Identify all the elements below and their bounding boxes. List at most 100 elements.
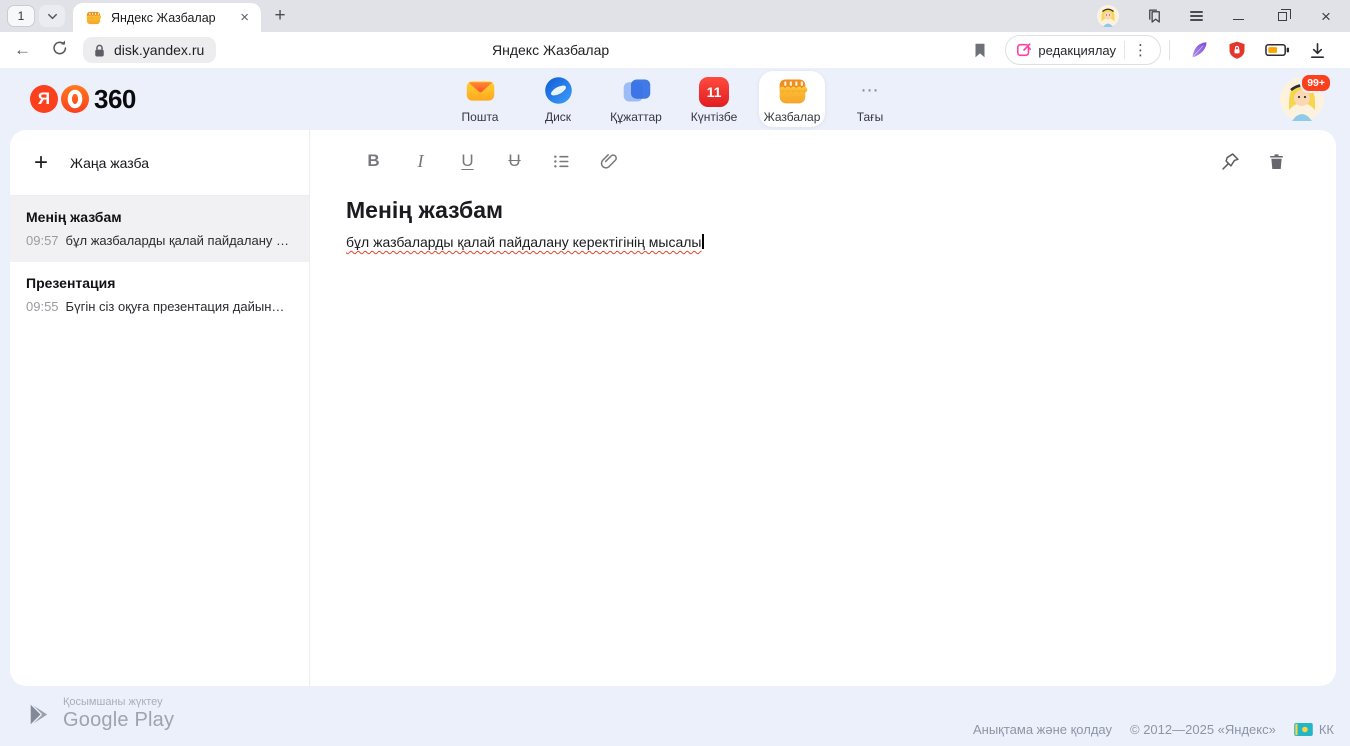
google-play-label: Google Play (63, 709, 174, 732)
note-list-item[interactable]: Менің жазбам 09:57 бұл жазбаларды қалай … (10, 196, 309, 262)
back-button[interactable]: ← (0, 40, 41, 60)
services-nav: Пошта Диск Құжаттар 11 Күнтізбе Жазбалар… (447, 68, 903, 130)
chevron-down-icon (45, 9, 60, 24)
paperclip-icon (599, 151, 619, 171)
help-support-link[interactable]: Анықтама және қолдау (973, 722, 1112, 737)
edit-pencil-icon (1016, 42, 1032, 58)
profile-avatar[interactable]: 99+ (1280, 77, 1324, 121)
bold-button[interactable]: B (350, 144, 397, 178)
feather-icon (1189, 40, 1209, 60)
note-snippet: бұл жазбаларды қалай пайдалану ке... (66, 233, 291, 248)
logo-360-text: 360 (94, 84, 136, 115)
shield-lock-icon (1227, 40, 1247, 60)
tab-count-badge[interactable]: 1 (7, 5, 35, 27)
window-controls: × (1097, 5, 1350, 27)
extension-feather-button[interactable] (1180, 40, 1218, 60)
underline-button[interactable]: U (444, 144, 491, 178)
url-text: disk.yandex.ru (114, 42, 204, 58)
google-play-link[interactable]: Қосымшаны жүктеу Google Play (26, 696, 174, 732)
window-close-icon: × (1321, 8, 1331, 25)
window-restore-button[interactable] (1273, 7, 1291, 25)
delete-note-button[interactable] (1260, 144, 1292, 178)
edit-pill-label: редакциялау (1038, 43, 1116, 58)
disk-icon (542, 74, 575, 107)
pin-icon (1220, 151, 1241, 172)
strikethrough-button[interactable]: U (491, 144, 538, 178)
browser-profile-avatar[interactable] (1097, 5, 1119, 27)
bookmark-icon (971, 41, 989, 59)
notes-sidebar: + Жаңа жазба Менің жазбам 09:57 бұл жазб… (10, 130, 310, 686)
app-more[interactable]: ⋯ Тағы (837, 71, 903, 127)
yandex360-o-icon (61, 85, 89, 113)
note-title-field[interactable]: Менің жазбам (346, 197, 1336, 224)
battery-saver-button[interactable] (1256, 42, 1299, 58)
bullet-list-button[interactable] (538, 144, 585, 178)
notes-app-card: + Жаңа жазба Менің жазбам 09:57 бұл жазб… (10, 130, 1336, 686)
attach-button[interactable] (585, 144, 632, 178)
tab-groups-icon[interactable] (1145, 7, 1164, 26)
tab-close-icon[interactable]: × (236, 8, 253, 27)
pin-note-button[interactable] (1214, 144, 1246, 178)
screen: 1 Яндекс Жазбалар × + × ← disk.yandex.ru (0, 0, 1350, 746)
browser-tab-bar: 1 Яндекс Жазбалар × + × (0, 0, 1350, 32)
google-play-icon (26, 701, 53, 728)
note-list-item[interactable]: Презентация 09:55 Бүгін сіз оқуға презен… (10, 262, 309, 328)
new-tab-button[interactable]: + (267, 3, 293, 29)
note-time: 09:55 (26, 299, 59, 314)
window-close-button[interactable]: × (1317, 7, 1335, 25)
notes-favicon-icon (85, 9, 102, 26)
language-code: КК (1319, 722, 1334, 737)
google-play-caption: Қосымшаны жүктеу (63, 696, 174, 708)
edit-mode-pill[interactable]: редакциялау ⋮ (1005, 35, 1161, 65)
language-switcher[interactable]: КК (1294, 722, 1334, 737)
window-minimize-button[interactable] (1229, 7, 1247, 25)
calendar-icon: 11 (699, 77, 729, 107)
copyright-text: © 2012—2025 «Яндекс» (1130, 722, 1276, 737)
toolbar-divider (1169, 40, 1170, 60)
url-field[interactable]: disk.yandex.ru (83, 37, 216, 63)
app-disk[interactable]: Диск (525, 71, 591, 127)
protect-shield-button[interactable] (1218, 40, 1256, 60)
bookmark-button[interactable] (961, 41, 999, 59)
battery-icon (1265, 42, 1290, 58)
more-apps-icon: ⋯ (861, 74, 880, 107)
new-note-button[interactable]: + Жаңа жазба (10, 130, 309, 196)
browser-tab-active[interactable]: Яндекс Жазбалар × (73, 3, 261, 32)
app-documents[interactable]: Құжаттар (603, 71, 669, 127)
tab-title: Яндекс Жазбалар (111, 11, 236, 25)
yandex-ya-icon: Я (30, 85, 58, 113)
italic-button[interactable]: I (397, 144, 444, 178)
notes-icon (776, 74, 809, 107)
page-footer: Қосымшаны жүктеу Google Play Анықтама жә… (0, 686, 1350, 746)
app-calendar[interactable]: 11 Күнтізбе (681, 71, 747, 127)
downloads-button[interactable] (1299, 41, 1336, 60)
address-bar: ← disk.yandex.ru Яндекс Жазбалар редакци… (0, 32, 1350, 68)
app-mail[interactable]: Пошта (447, 71, 513, 127)
note-time: 09:57 (26, 233, 59, 248)
note-body-text: бұл жазбаларды қалай пайдалану керектігі… (346, 234, 701, 250)
app-notes[interactable]: Жазбалар (759, 71, 825, 127)
plus-icon: + (34, 151, 48, 175)
address-bar-actions: редакциялау ⋮ (961, 35, 1350, 65)
note-body-field[interactable]: бұл жазбаларды қалай пайдалану керектігі… (310, 234, 1336, 252)
editor-toolbar: B I U U (310, 130, 1336, 192)
more-vertical-icon[interactable]: ⋮ (1125, 41, 1156, 59)
notifications-badge: 99+ (1300, 73, 1332, 93)
trash-icon (1267, 152, 1286, 171)
kazakhstan-flag-icon (1294, 723, 1313, 736)
lock-icon (91, 42, 108, 59)
note-snippet: Бүгін сіз оқуға презентация дайында... (66, 299, 291, 314)
note-editor: B I U U Менің жаз (310, 130, 1336, 686)
omnibox-page-title: Яндекс Жазбалар (492, 32, 609, 68)
download-icon (1308, 41, 1327, 60)
tabs-dropdown-button[interactable] (39, 5, 65, 27)
mail-icon (464, 74, 497, 107)
documents-icon (620, 74, 653, 107)
yandex360-logo[interactable]: Я 360 (30, 84, 136, 115)
browser-menu-icon[interactable] (1190, 11, 1203, 22)
yandex360-header: Я 360 Пошта Диск Құжаттар 11 Күнтіз (0, 68, 1350, 130)
text-caret (702, 234, 704, 249)
bullet-list-icon (551, 151, 572, 172)
reload-button[interactable] (41, 39, 79, 62)
reload-icon (51, 39, 69, 57)
